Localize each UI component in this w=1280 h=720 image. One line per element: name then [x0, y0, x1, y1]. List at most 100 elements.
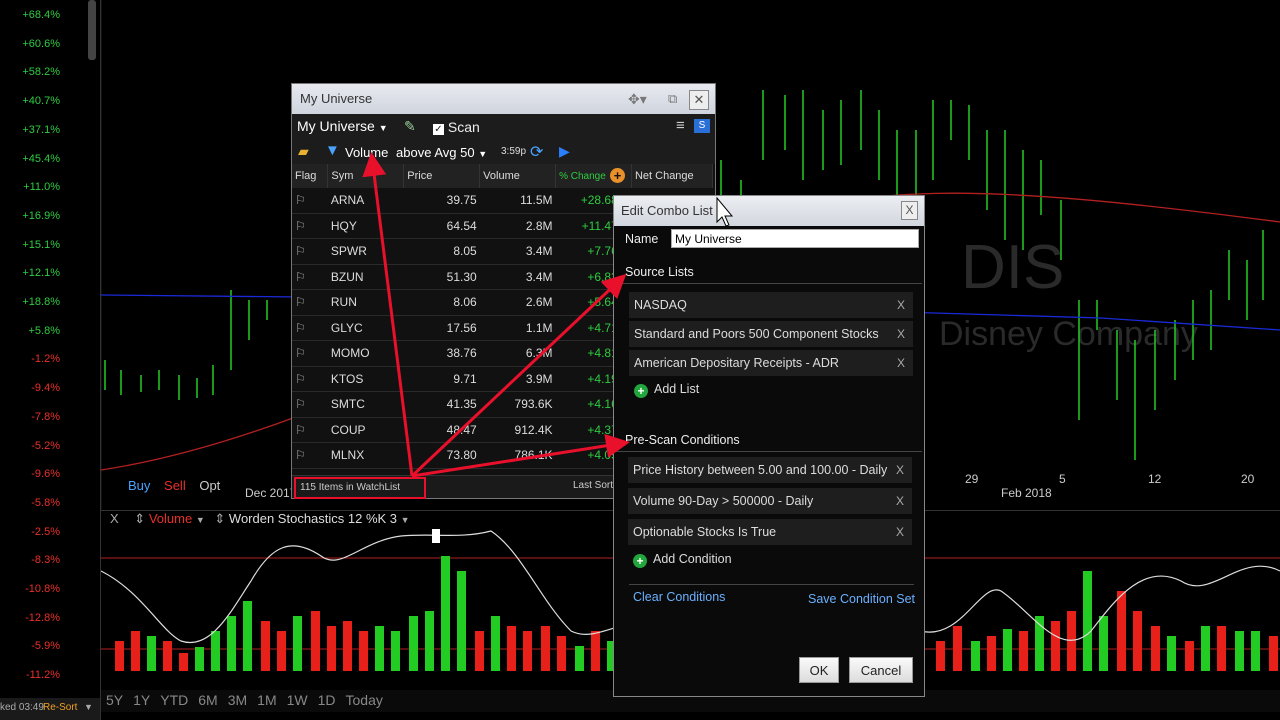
volume-bar [971, 641, 980, 671]
flag-icon[interactable]: ⚐ [295, 219, 306, 233]
timeframe-button[interactable]: Today [346, 692, 383, 708]
flag-icon[interactable]: ⚐ [295, 346, 306, 360]
flag-icon[interactable]: ⚐ [295, 244, 306, 258]
chevron-down-icon[interactable]: ▼ [84, 702, 93, 712]
timeframe-button[interactable]: 1Y [133, 692, 150, 708]
edit-list-icon[interactable]: ✎ [404, 118, 416, 135]
close-icon[interactable]: ✕ [689, 90, 709, 110]
options-button[interactable]: Opt [199, 478, 220, 493]
source-list-item[interactable]: Standard and Poors 500 Component Stocks X [629, 321, 913, 347]
timeframe-button[interactable]: 5Y [106, 692, 123, 708]
price-cell: 64.54 [403, 213, 480, 239]
price-cell: 8.05 [403, 238, 480, 265]
name-input[interactable] [671, 229, 919, 248]
volume-column-header[interactable]: Volume [479, 164, 557, 188]
save-condition-set-link[interactable]: Save Condition Set [808, 592, 915, 606]
price-column-header[interactable]: Price [403, 164, 481, 188]
buy-button[interactable]: Buy [128, 478, 150, 493]
volume-bar [1019, 631, 1028, 671]
chevron-down-icon: ▼ [378, 123, 388, 133]
volume-bar [457, 571, 466, 671]
condition-item[interactable]: Price History between 5.00 and 100.00 - … [628, 457, 912, 483]
close-icon[interactable]: X [901, 201, 918, 220]
remove-icon[interactable]: X [896, 457, 904, 483]
volume-bar [211, 631, 220, 671]
status-time: ked 03:49 [0, 702, 44, 713]
edit-combo-list-dialog[interactable]: Edit Combo List X Name Source Lists NASD… [613, 195, 925, 697]
timeframe-button[interactable]: 6M [198, 692, 217, 708]
volume-bar [391, 631, 400, 671]
play-icon[interactable]: ▶ [559, 143, 570, 160]
dialog-titlebar[interactable]: Edit Combo List X [614, 196, 924, 226]
checkbox-icon: ✓ [433, 124, 444, 135]
source-list-item[interactable]: NASDAQ X [629, 292, 913, 318]
popout-icon[interactable]: ⧉ [668, 84, 677, 114]
add-list-label: Add List [654, 382, 700, 396]
filter-icon[interactable]: ▼ [325, 142, 340, 159]
list-name: My Universe [297, 118, 375, 134]
add-column-icon[interactable]: + [610, 168, 625, 183]
source-list-label: NASDAQ [634, 298, 687, 312]
flag-cell: ⚐ [292, 391, 328, 418]
volume-bar [195, 647, 204, 671]
flag-icon[interactable]: ⚐ [295, 193, 306, 207]
flag-icon[interactable]: ⚐ [295, 295, 306, 309]
flag-icon[interactable]: ⚐ [295, 321, 306, 335]
watchlist-titlebar[interactable]: My Universe ✥▾ ⧉ ✕ [292, 84, 715, 114]
sell-button[interactable]: Sell [164, 478, 186, 493]
source-list-item[interactable]: American Depositary Receipts - ADR X [629, 350, 913, 376]
symbol-column-header[interactable]: Sym [327, 164, 405, 188]
dialog-title: Edit Combo List [621, 203, 713, 218]
flag-cell: ⚐ [292, 417, 328, 443]
clear-conditions-link[interactable]: Clear Conditions [633, 590, 725, 604]
remove-icon[interactable]: X [897, 350, 905, 376]
flag-cell: ⚐ [292, 213, 328, 239]
net-change-column-header[interactable]: Net Change [631, 164, 714, 188]
list-name-dropdown[interactable]: My Universe ▼ [297, 118, 388, 134]
watermark-symbol: DIS [961, 233, 1064, 302]
timeframe-button[interactable]: 1D [318, 692, 336, 708]
flag-icon[interactable]: ⚐ [295, 397, 306, 411]
prescan-conditions-label: Pre-Scan Conditions [625, 433, 740, 447]
resort-button[interactable]: Re-Sort [43, 702, 77, 713]
symbol-cell: SPWR [327, 238, 404, 265]
cancel-button[interactable]: Cancel [849, 657, 913, 683]
volume-cell: 3.9M [479, 366, 556, 392]
remove-icon[interactable]: X [896, 519, 904, 545]
volume-bar [115, 641, 124, 671]
remove-icon[interactable]: X [896, 488, 904, 514]
scan-settings-icon[interactable]: S [694, 119, 710, 133]
add-list-button[interactable]: + Add List [634, 382, 699, 398]
percent-change-label: +45.4% [22, 152, 60, 165]
timeframe-button[interactable]: 1W [287, 692, 308, 708]
flag-icon[interactable]: ⚐ [295, 448, 306, 462]
percent-change-label: +37.1% [22, 123, 60, 136]
flag-icon[interactable]: ⚐ [295, 423, 306, 437]
percent-change-label: +15.1% [22, 238, 60, 251]
filter-field[interactable]: Volume [345, 145, 388, 160]
menu-icon[interactable]: ≡ [676, 117, 685, 134]
condition-item[interactable]: Optionable Stocks Is True X [628, 519, 912, 545]
scan-checkbox[interactable]: ✓ Scan [433, 119, 480, 135]
percent-change-label: -9.4% [31, 382, 60, 395]
scrollbar[interactable] [88, 0, 96, 60]
remove-icon[interactable]: X [897, 321, 905, 347]
add-condition-button[interactable]: + Add Condition [633, 552, 732, 568]
timeframe-button[interactable]: 1M [257, 692, 276, 708]
ok-button[interactable]: OK [799, 657, 839, 683]
flag-column-header[interactable]: Flag [292, 164, 329, 188]
flag-icon[interactable]: ⚐ [295, 372, 306, 386]
folder-icon[interactable]: ▰ [298, 143, 309, 160]
remove-icon[interactable]: X [897, 292, 905, 318]
condition-item[interactable]: Volume 90-Day > 500000 - Daily X [628, 488, 912, 514]
flag-icon[interactable]: ⚐ [295, 270, 306, 284]
move-icon[interactable]: ✥▾ [628, 84, 647, 114]
filter-condition-dropdown[interactable]: above Avg 50 ▼ [396, 145, 487, 160]
timeframe-button[interactable]: YTD [160, 692, 188, 708]
volume-bar [936, 641, 945, 671]
volume-cell: 912.4K [479, 417, 556, 443]
update-time: 3:59p [501, 146, 527, 157]
timeframe-button[interactable]: 3M [228, 692, 247, 708]
volume-bar [1003, 629, 1012, 671]
refresh-icon[interactable]: ⟳ [530, 142, 543, 162]
